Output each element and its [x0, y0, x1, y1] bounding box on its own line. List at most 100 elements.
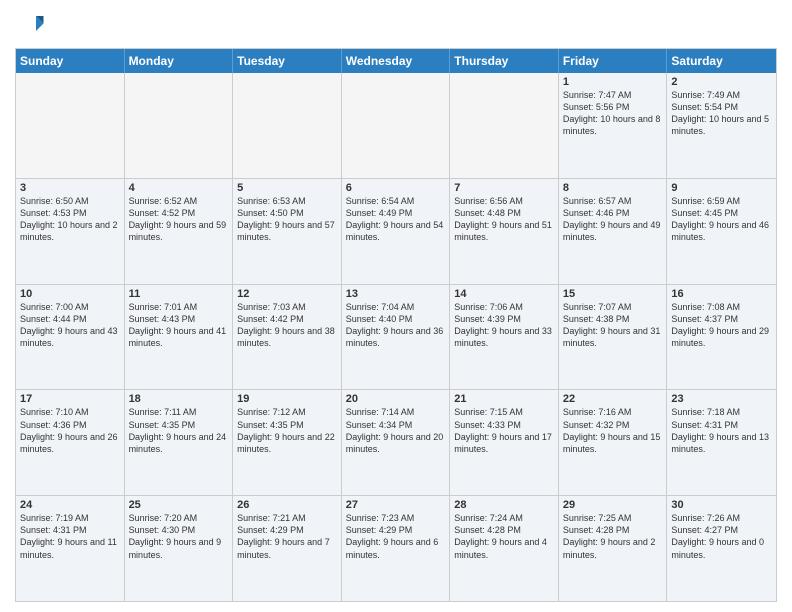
day-number: 21: [454, 393, 554, 405]
cell-info: Sunrise: 7:18 AM Sunset: 4:31 PM Dayligh…: [671, 406, 772, 455]
cell-info: Sunrise: 7:15 AM Sunset: 4:33 PM Dayligh…: [454, 406, 554, 455]
cell-info: Sunrise: 7:16 AM Sunset: 4:32 PM Dayligh…: [563, 406, 663, 455]
cal-row-3: 17Sunrise: 7:10 AM Sunset: 4:36 PM Dayli…: [16, 390, 776, 496]
cell-info: Sunrise: 7:47 AM Sunset: 5:56 PM Dayligh…: [563, 89, 663, 138]
cal-header-monday: Monday: [125, 49, 234, 73]
cal-cell: 1Sunrise: 7:47 AM Sunset: 5:56 PM Daylig…: [559, 73, 668, 178]
cal-cell: 26Sunrise: 7:21 AM Sunset: 4:29 PM Dayli…: [233, 496, 342, 601]
cal-cell: 20Sunrise: 7:14 AM Sunset: 4:34 PM Dayli…: [342, 390, 451, 495]
cell-info: Sunrise: 7:01 AM Sunset: 4:43 PM Dayligh…: [129, 301, 229, 350]
day-number: 27: [346, 499, 446, 511]
day-number: 8: [563, 182, 663, 194]
day-number: 2: [671, 76, 772, 88]
day-number: 22: [563, 393, 663, 405]
cal-cell: 17Sunrise: 7:10 AM Sunset: 4:36 PM Dayli…: [16, 390, 125, 495]
cell-info: Sunrise: 7:21 AM Sunset: 4:29 PM Dayligh…: [237, 512, 337, 561]
day-number: 1: [563, 76, 663, 88]
day-number: 13: [346, 288, 446, 300]
cal-cell: 8Sunrise: 6:57 AM Sunset: 4:46 PM Daylig…: [559, 179, 668, 284]
day-number: 7: [454, 182, 554, 194]
cell-info: Sunrise: 6:56 AM Sunset: 4:48 PM Dayligh…: [454, 195, 554, 244]
cal-cell: [125, 73, 234, 178]
cell-info: Sunrise: 7:08 AM Sunset: 4:37 PM Dayligh…: [671, 301, 772, 350]
cal-cell: 23Sunrise: 7:18 AM Sunset: 4:31 PM Dayli…: [667, 390, 776, 495]
cal-cell: 30Sunrise: 7:26 AM Sunset: 4:27 PM Dayli…: [667, 496, 776, 601]
day-number: 23: [671, 393, 772, 405]
cell-info: Sunrise: 6:53 AM Sunset: 4:50 PM Dayligh…: [237, 195, 337, 244]
cal-cell: 27Sunrise: 7:23 AM Sunset: 4:29 PM Dayli…: [342, 496, 451, 601]
cell-info: Sunrise: 7:19 AM Sunset: 4:31 PM Dayligh…: [20, 512, 120, 561]
cal-row-4: 24Sunrise: 7:19 AM Sunset: 4:31 PM Dayli…: [16, 496, 776, 601]
day-number: 5: [237, 182, 337, 194]
cell-info: Sunrise: 7:07 AM Sunset: 4:38 PM Dayligh…: [563, 301, 663, 350]
cal-header-sunday: Sunday: [16, 49, 125, 73]
cal-cell: 13Sunrise: 7:04 AM Sunset: 4:40 PM Dayli…: [342, 285, 451, 390]
day-number: 29: [563, 499, 663, 511]
cal-row-0: 1Sunrise: 7:47 AM Sunset: 5:56 PM Daylig…: [16, 73, 776, 179]
day-number: 10: [20, 288, 120, 300]
day-number: 11: [129, 288, 229, 300]
cal-cell: [16, 73, 125, 178]
cal-header-tuesday: Tuesday: [233, 49, 342, 73]
cal-cell: 18Sunrise: 7:11 AM Sunset: 4:35 PM Dayli…: [125, 390, 234, 495]
logo-icon: [15, 10, 45, 40]
day-number: 6: [346, 182, 446, 194]
cal-cell: 22Sunrise: 7:16 AM Sunset: 4:32 PM Dayli…: [559, 390, 668, 495]
cell-info: Sunrise: 7:24 AM Sunset: 4:28 PM Dayligh…: [454, 512, 554, 561]
calendar-body: 1Sunrise: 7:47 AM Sunset: 5:56 PM Daylig…: [16, 73, 776, 601]
cal-cell: 11Sunrise: 7:01 AM Sunset: 4:43 PM Dayli…: [125, 285, 234, 390]
day-number: 3: [20, 182, 120, 194]
day-number: 24: [20, 499, 120, 511]
day-number: 16: [671, 288, 772, 300]
cal-cell: 15Sunrise: 7:07 AM Sunset: 4:38 PM Dayli…: [559, 285, 668, 390]
cal-cell: 12Sunrise: 7:03 AM Sunset: 4:42 PM Dayli…: [233, 285, 342, 390]
cal-cell: [342, 73, 451, 178]
cell-info: Sunrise: 7:20 AM Sunset: 4:30 PM Dayligh…: [129, 512, 229, 561]
cell-info: Sunrise: 7:00 AM Sunset: 4:44 PM Dayligh…: [20, 301, 120, 350]
cal-cell: 4Sunrise: 6:52 AM Sunset: 4:52 PM Daylig…: [125, 179, 234, 284]
cal-cell: 14Sunrise: 7:06 AM Sunset: 4:39 PM Dayli…: [450, 285, 559, 390]
page: SundayMondayTuesdayWednesdayThursdayFrid…: [0, 0, 792, 612]
cal-cell: 16Sunrise: 7:08 AM Sunset: 4:37 PM Dayli…: [667, 285, 776, 390]
cal-header-saturday: Saturday: [667, 49, 776, 73]
day-number: 26: [237, 499, 337, 511]
day-number: 14: [454, 288, 554, 300]
day-number: 15: [563, 288, 663, 300]
day-number: 4: [129, 182, 229, 194]
cell-info: Sunrise: 7:23 AM Sunset: 4:29 PM Dayligh…: [346, 512, 446, 561]
cal-cell: 2Sunrise: 7:49 AM Sunset: 5:54 PM Daylig…: [667, 73, 776, 178]
cal-cell: [450, 73, 559, 178]
day-number: 25: [129, 499, 229, 511]
logo: [15, 10, 49, 40]
day-number: 12: [237, 288, 337, 300]
header: [15, 10, 777, 40]
cal-cell: 7Sunrise: 6:56 AM Sunset: 4:48 PM Daylig…: [450, 179, 559, 284]
cal-cell: 5Sunrise: 6:53 AM Sunset: 4:50 PM Daylig…: [233, 179, 342, 284]
cell-info: Sunrise: 6:57 AM Sunset: 4:46 PM Dayligh…: [563, 195, 663, 244]
cal-cell: 6Sunrise: 6:54 AM Sunset: 4:49 PM Daylig…: [342, 179, 451, 284]
cal-header-thursday: Thursday: [450, 49, 559, 73]
day-number: 20: [346, 393, 446, 405]
cal-cell: 10Sunrise: 7:00 AM Sunset: 4:44 PM Dayli…: [16, 285, 125, 390]
day-number: 30: [671, 499, 772, 511]
cal-cell: 25Sunrise: 7:20 AM Sunset: 4:30 PM Dayli…: [125, 496, 234, 601]
cell-info: Sunrise: 6:59 AM Sunset: 4:45 PM Dayligh…: [671, 195, 772, 244]
cal-cell: 9Sunrise: 6:59 AM Sunset: 4:45 PM Daylig…: [667, 179, 776, 284]
cal-header-wednesday: Wednesday: [342, 49, 451, 73]
cal-cell: 29Sunrise: 7:25 AM Sunset: 4:28 PM Dayli…: [559, 496, 668, 601]
cell-info: Sunrise: 7:03 AM Sunset: 4:42 PM Dayligh…: [237, 301, 337, 350]
cal-cell: [233, 73, 342, 178]
day-number: 9: [671, 182, 772, 194]
cell-info: Sunrise: 7:25 AM Sunset: 4:28 PM Dayligh…: [563, 512, 663, 561]
cell-info: Sunrise: 6:54 AM Sunset: 4:49 PM Dayligh…: [346, 195, 446, 244]
cal-cell: 3Sunrise: 6:50 AM Sunset: 4:53 PM Daylig…: [16, 179, 125, 284]
calendar: SundayMondayTuesdayWednesdayThursdayFrid…: [15, 48, 777, 602]
cell-info: Sunrise: 7:06 AM Sunset: 4:39 PM Dayligh…: [454, 301, 554, 350]
cell-info: Sunrise: 7:14 AM Sunset: 4:34 PM Dayligh…: [346, 406, 446, 455]
day-number: 28: [454, 499, 554, 511]
cal-cell: 21Sunrise: 7:15 AM Sunset: 4:33 PM Dayli…: [450, 390, 559, 495]
cell-info: Sunrise: 6:50 AM Sunset: 4:53 PM Dayligh…: [20, 195, 120, 244]
day-number: 19: [237, 393, 337, 405]
cell-info: Sunrise: 7:12 AM Sunset: 4:35 PM Dayligh…: [237, 406, 337, 455]
cal-header-friday: Friday: [559, 49, 668, 73]
